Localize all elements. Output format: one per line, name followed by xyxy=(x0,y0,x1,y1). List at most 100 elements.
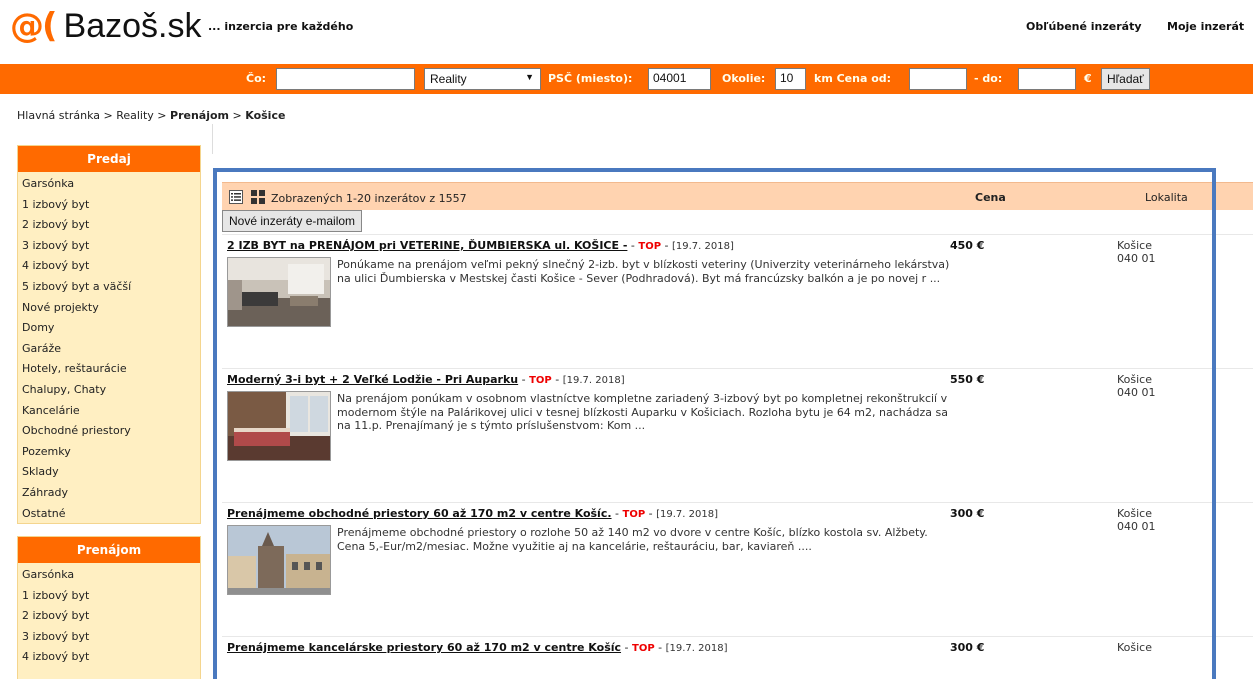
price-column-header: Cena xyxy=(975,191,1006,204)
tagline: ... inzercia pre každého xyxy=(208,20,354,33)
ad-description: Prenájmeme obchodné priestory o rozlohe … xyxy=(337,526,928,553)
psc-label: PSČ (miesto): xyxy=(548,72,633,85)
psc-input[interactable]: 04001 xyxy=(648,68,711,90)
ad-price: 450 € xyxy=(950,239,985,252)
sidebar-prenajom: Prenájom Garsónka 1 izbový byt 2 izbový by… xyxy=(17,536,201,679)
ad-description: Na prenájom ponúkam v osobnom vlastníctv… xyxy=(337,392,948,432)
okolie-label: Okolie: xyxy=(722,72,766,85)
predaj-item[interactable]: Garsónka xyxy=(18,174,200,195)
ad-location: Košice 040 01 xyxy=(1117,507,1156,533)
favorites-link[interactable]: Obľúbené inzeráty xyxy=(1026,20,1142,33)
predaj-item[interactable]: Obchodné priestory xyxy=(18,421,200,442)
site-logo[interactable]: @( Bazoš.sk xyxy=(10,6,202,46)
predaj-item[interactable]: Sklady xyxy=(18,462,200,483)
site-header: @( Bazoš.sk ... inzercia pre každého Obľ… xyxy=(0,0,1253,58)
ad-thumbnail[interactable] xyxy=(227,257,331,327)
my-ads-link[interactable]: Moje inzerát xyxy=(1167,20,1244,33)
category-selected: Reality xyxy=(430,72,467,86)
ad-title-line: 2 IZB BYT na PRENÁJOM pri VETERINE, ĎUMB… xyxy=(227,239,734,252)
ad-date: [19.7. 2018] xyxy=(665,643,728,654)
location-column-header: Lokalita xyxy=(1145,191,1188,204)
price-from-input[interactable] xyxy=(909,68,967,90)
email-alerts-button[interactable]: Nové inzeráty e-mailom xyxy=(222,210,363,232)
search-button[interactable]: Hľadať xyxy=(1101,68,1150,90)
predaj-item[interactable]: Kancelárie xyxy=(18,401,200,422)
price-to-input[interactable] xyxy=(1018,68,1076,90)
predaj-item[interactable]: 4 izbový byt xyxy=(18,256,200,277)
ad-psc: 040 01 xyxy=(1117,520,1156,533)
prenajom-item[interactable]: Garsónka xyxy=(18,565,200,586)
prenajom-item[interactable]: 1 izbový byt xyxy=(18,586,200,607)
list-view-icon[interactable] xyxy=(229,190,243,204)
okolie-input[interactable]: 10 xyxy=(775,68,806,90)
breadcrumb-separator: > xyxy=(232,109,242,122)
predaj-item[interactable]: Ostatné xyxy=(18,504,200,525)
ad-date: [19.7. 2018] xyxy=(562,375,625,386)
ad-title-line: Moderný 3-i byt + 2 Veľké Lodžie - Pri A… xyxy=(227,373,625,386)
results-count: Zobrazených 1-20 inzerátov z 1557 xyxy=(271,192,467,205)
predaj-item[interactable]: Hotely, reštaurácie xyxy=(18,359,200,380)
predaj-item[interactable]: Nové projekty xyxy=(18,298,200,319)
ad-description: Ponúkame na prenájom veľmi pekný slnečný… xyxy=(337,258,950,285)
grid-view-icon[interactable] xyxy=(251,190,265,204)
breadcrumb: Hlavná stránka > Reality > Prenájom > Ko… xyxy=(17,109,285,122)
ad-title-line: Prenájmeme obchodné priestory 60 až 170 … xyxy=(227,507,718,520)
top-badge: TOP xyxy=(638,241,662,252)
breadcrumb-separator: > xyxy=(157,109,167,122)
ad-psc: 040 01 xyxy=(1117,252,1156,265)
ad-location: Košice 040 01 xyxy=(1117,239,1156,265)
ad-price: 300 € xyxy=(950,641,985,654)
ad-city: Košice xyxy=(1117,239,1152,252)
predaj-item[interactable]: Pozemky xyxy=(18,442,200,463)
top-badge: TOP xyxy=(529,375,552,386)
breadcrumb-separator: > xyxy=(103,109,113,122)
breadcrumb-reality[interactable]: Reality xyxy=(116,109,154,122)
ad-thumbnail[interactable] xyxy=(227,391,331,461)
results-header: Zobrazených 1-20 inzerátov z 1557 Cena L… xyxy=(222,182,1253,210)
ad-date: [19.7. 2018] xyxy=(656,509,718,520)
predaj-item[interactable]: Garáže xyxy=(18,339,200,360)
ad-row: 2 IZB BYT na PRENÁJOM pri VETERINE, ĎUMB… xyxy=(222,234,1253,368)
ad-title-link[interactable]: Prenájmeme obchodné priestory 60 až 170 … xyxy=(227,507,612,520)
price-to-label: - do: xyxy=(974,72,1003,85)
search-bar: Čo: Reality ▼ PSČ (miesto): 04001 Okolie… xyxy=(0,64,1253,94)
predaj-item[interactable]: 5 izbový byt a väčší xyxy=(18,277,200,298)
ad-row: Moderný 3-i byt + 2 Veľké Lodžie - Pri A… xyxy=(222,368,1253,502)
category-select[interactable]: Reality ▼ xyxy=(424,68,541,90)
top-badge: TOP xyxy=(632,643,655,654)
ad-title-link[interactable]: 2 IZB BYT na PRENÁJOM pri VETERINE, ĎUMB… xyxy=(227,239,627,252)
predaj-item[interactable]: 3 izbový byt xyxy=(18,236,200,257)
co-label: Čo: xyxy=(246,72,267,85)
prenajom-item[interactable]: 3 izbový byt xyxy=(18,627,200,648)
sidebar-predaj-title[interactable]: Predaj xyxy=(18,146,200,172)
ad-thumbnail[interactable] xyxy=(227,525,331,595)
km-cena-label: km Cena od: xyxy=(814,72,892,85)
prenajom-item[interactable]: 4 izbový byt xyxy=(18,647,200,668)
ad-city: Košice xyxy=(1117,373,1152,386)
predaj-item[interactable]: Chalupy, Chaty xyxy=(18,380,200,401)
predaj-item[interactable]: Záhrady xyxy=(18,483,200,504)
predaj-item[interactable]: 2 izbový byt xyxy=(18,215,200,236)
currency-label: € xyxy=(1084,72,1092,85)
ad-city: Košice xyxy=(1117,507,1152,520)
divider xyxy=(212,124,213,154)
breadcrumb-home[interactable]: Hlavná stránka xyxy=(17,109,100,122)
ad-location: Košice 040 01 xyxy=(1117,373,1156,399)
logo-name: Bazoš.sk xyxy=(63,6,202,45)
ad-title-link[interactable]: Moderný 3-i byt + 2 Veľké Lodžie - Pri A… xyxy=(227,373,518,386)
search-query-input[interactable] xyxy=(276,68,415,90)
breadcrumb-prenajom[interactable]: Prenájom xyxy=(170,109,229,122)
prenajom-item[interactable]: 2 izbový byt xyxy=(18,606,200,627)
ad-title-link[interactable]: Prenájmeme kancelárske priestory 60 až 1… xyxy=(227,641,621,654)
predaj-item[interactable]: 1 izbový byt xyxy=(18,195,200,216)
sidebar-predaj: Predaj Garsónka 1 izbový byt 2 izbový byt 3… xyxy=(17,145,201,524)
ad-date: [19.7. 2018] xyxy=(672,241,734,252)
ad-location: Košice xyxy=(1117,641,1152,654)
top-badge: TOP xyxy=(622,509,646,520)
predaj-item[interactable]: Domy xyxy=(18,318,200,339)
ad-psc: 040 01 xyxy=(1117,386,1156,399)
sidebar-prenajom-title[interactable]: Prenájom xyxy=(18,537,200,563)
sidebar-prenajom-list: Garsónka 1 izbový byt 2 izbový byt 3 izbový… xyxy=(18,563,200,668)
ad-price: 550 € xyxy=(950,373,985,386)
ad-row: Prenájmeme obchodné priestory 60 až 170 … xyxy=(222,502,1253,636)
